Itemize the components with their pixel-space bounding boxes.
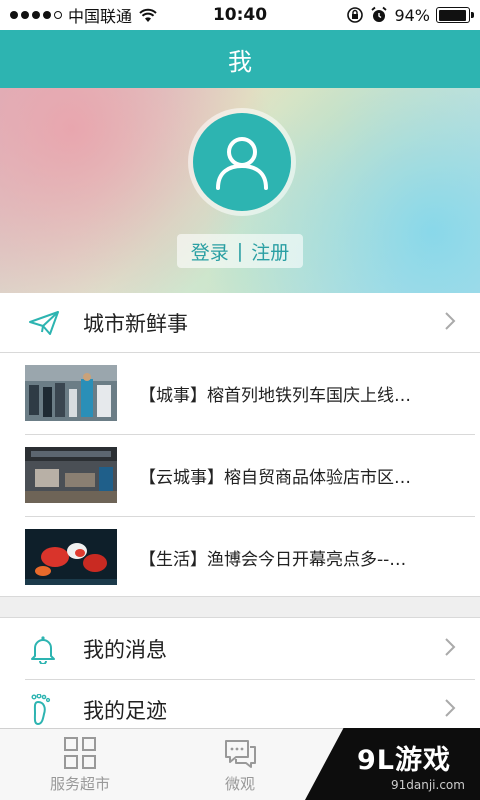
my-messages-row[interactable]: 我的消息 xyxy=(0,619,480,679)
status-bar: 中国联通 10:40 94% xyxy=(0,0,480,30)
battery-icon xyxy=(436,7,474,23)
login-separator: | xyxy=(236,240,244,262)
status-left: 中国联通 xyxy=(10,3,158,27)
watermark-brand: 9L游戏 xyxy=(357,745,451,776)
my-messages-label: 我的消息 xyxy=(83,638,167,662)
news-item[interactable]: 【城事】榕首列地铁列车国庆上线… xyxy=(0,353,480,435)
news-thumbnail xyxy=(25,447,117,503)
watermark: 9L游戏 91danji.com xyxy=(305,728,480,800)
city-news-row[interactable]: 城市新鲜事 xyxy=(0,293,480,353)
news-title: 【生活】渔博会今日开幕亮点多--… xyxy=(139,550,407,570)
footprint-icon xyxy=(28,694,58,726)
login-link[interactable]: 登录 xyxy=(191,238,229,265)
page-title: 我 xyxy=(228,47,252,76)
avatar[interactable] xyxy=(193,113,291,211)
bell-icon xyxy=(28,634,58,664)
news-title: 【城事】榕首列地铁列车国庆上线… xyxy=(139,386,411,406)
grid-icon xyxy=(63,737,97,769)
chevron-right-icon xyxy=(444,698,456,722)
news-thumbnail xyxy=(25,529,117,585)
status-right: 94% xyxy=(346,5,474,25)
news-thumbnail xyxy=(25,365,117,421)
carrier-name: 中国联通 xyxy=(68,7,133,26)
register-link[interactable]: 注册 xyxy=(251,238,289,265)
avatar-ring[interactable] xyxy=(188,108,296,216)
signal-strength-icon xyxy=(10,11,62,19)
watermark-site: 91danji.com xyxy=(391,778,465,792)
news-title: 【云城事】榕自贸商品体验店市区… xyxy=(139,468,411,488)
profile-banner: 登录 | 注册 xyxy=(0,88,480,293)
paper-plane-icon xyxy=(28,310,60,336)
tab-micro-view[interactable]: 微观 xyxy=(180,729,300,800)
status-time: 10:40 xyxy=(212,5,268,25)
my-footprints-label: 我的足迹 xyxy=(83,699,167,723)
lock-rotation-icon xyxy=(347,7,364,23)
news-item[interactable]: 【生活】渔博会今日开幕亮点多--… xyxy=(0,517,480,599)
user-avatar-icon xyxy=(216,137,268,190)
wifi-icon xyxy=(139,8,157,22)
city-news-label: 城市新鲜事 xyxy=(83,312,188,336)
tab-label: 微观 xyxy=(224,775,255,793)
tab-label: 服务超市 xyxy=(49,775,110,793)
chevron-right-icon xyxy=(444,637,456,661)
login-register-box: 登录 | 注册 xyxy=(177,234,303,268)
chat-bubbles-icon xyxy=(222,737,258,769)
alarm-icon xyxy=(371,6,388,22)
section-gap xyxy=(0,596,480,618)
tab-service-market[interactable]: 服务超市 xyxy=(20,729,140,800)
news-item[interactable]: 【云城事】榕自贸商品体验店市区… xyxy=(0,435,480,517)
nav-header: 我 xyxy=(0,30,480,88)
battery-percent: 94% xyxy=(394,5,430,25)
chevron-right-icon xyxy=(444,311,456,335)
